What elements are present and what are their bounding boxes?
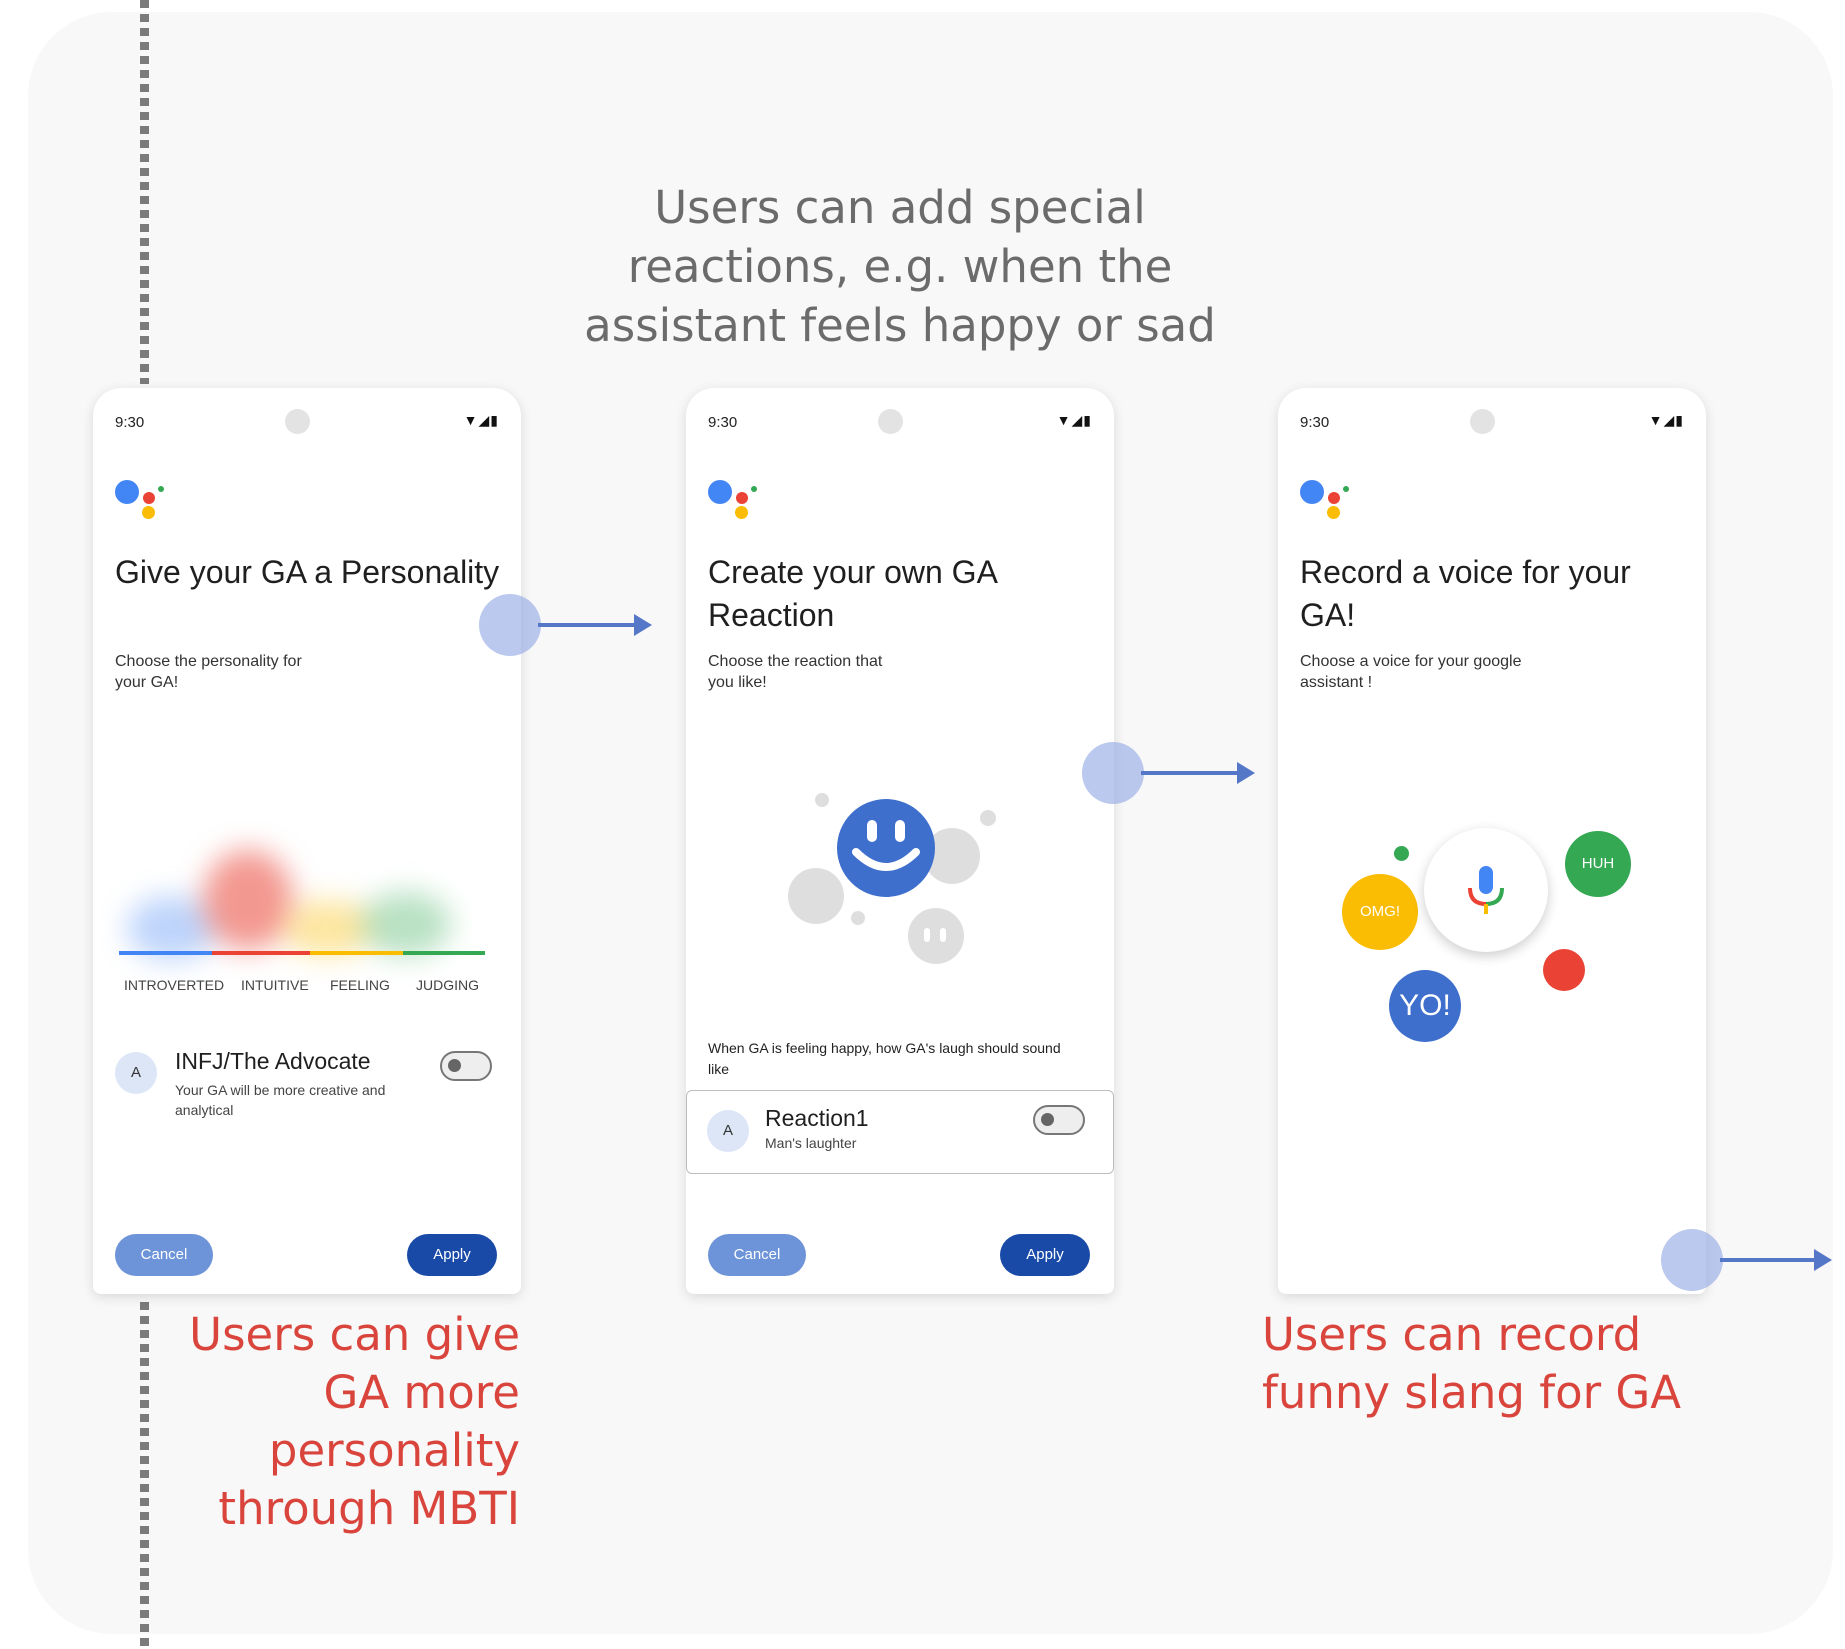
flow-arrow-icon [1141,762,1255,784]
phone-screen-personality: 9:30 ▼◢▮ Give your GA a Personality Choo… [93,388,521,1294]
green-dot [1394,846,1409,861]
trait-bar-feeling [310,951,403,955]
trait-label: FEELING [330,977,390,993]
google-assistant-logo-icon [708,480,760,530]
screen-subtitle: Choose a voice for your google assistant… [1300,653,1522,691]
reaction-description: When GA is feeling happy, how GA's laugh… [708,1040,1061,1077]
trait-label: INTUITIVE [241,977,309,993]
screen-title: Record a voice for your GA! [1300,554,1631,633]
flow-arrow-icon [1720,1249,1832,1271]
screen-subtitle: Choose the personality for your GA! [115,653,302,691]
microphone-icon [1468,866,1504,914]
phone-screen-voice: 9:30 ▼◢▮ Record a voice for your GA! Cho… [1278,388,1706,1294]
reaction-list-item[interactable]: A Reaction1 Man's laughter [686,1090,1114,1174]
google-assistant-logo-icon [1300,480,1352,530]
status-time: 9:30 [708,414,738,431]
flow-arrow-icon [538,614,652,636]
huh-bubble[interactable]: HUH [1565,831,1631,897]
phone-screen-reaction: 9:30 ▼◢▮ Create your own GA Reaction Cho… [686,388,1114,1294]
status-icons: ▼◢▮ [1056,412,1092,428]
flow-node [479,594,541,656]
record-voice-button[interactable] [1424,828,1548,952]
camera-cutout [1470,409,1495,434]
screen-title: Create your own GA Reaction [708,554,997,633]
caption-personality: Users can give GA more personality throu… [189,1308,520,1535]
status-icons: ▼◢▮ [1648,412,1684,428]
cancel-button[interactable]: Cancel [115,1234,213,1276]
cancel-button[interactable]: Cancel [708,1234,806,1276]
item-title: INFJ/The Advocate [175,1048,371,1074]
trait-bar-judging [403,951,485,955]
apply-button[interactable]: Apply [1000,1234,1090,1276]
caption-slang: Users can record funny slang for GA [1262,1308,1682,1419]
trait-bar-introverted [119,951,212,955]
caption-reactions: Users can add special reactions, e.g. wh… [584,181,1216,352]
apply-button[interactable]: Apply [407,1234,497,1276]
flow-node [1082,742,1144,804]
red-dot [1543,949,1585,991]
item-description: Your GA will be more creative and analyt… [175,1082,386,1118]
status-time: 9:30 [1300,414,1330,431]
personality-toggle[interactable] [440,1051,492,1081]
camera-cutout [878,409,903,434]
trait-label: INTROVERTED [124,977,225,993]
avatar: A [115,1052,157,1094]
status-time: 9:30 [115,414,145,431]
flow-node [1661,1229,1723,1291]
smiley-reaction-illustration [788,793,996,964]
item-description: Man's laughter [765,1135,857,1151]
screen-title: Give your GA a Personality [115,554,500,590]
google-assistant-logo-icon [115,480,167,530]
trait-label: JUDGING [416,977,479,993]
omg-bubble[interactable]: OMG! [1342,874,1418,950]
yo-bubble[interactable]: YO! [1389,970,1461,1042]
avatar: A [707,1110,749,1152]
trait-bar-intuitive [212,951,310,955]
screen-subtitle: Choose the reaction that you like! [708,653,883,691]
status-icons: ▼◢▮ [463,412,499,428]
item-title: Reaction1 [765,1105,869,1131]
reaction-toggle[interactable] [1033,1105,1085,1135]
camera-cutout [285,409,310,434]
